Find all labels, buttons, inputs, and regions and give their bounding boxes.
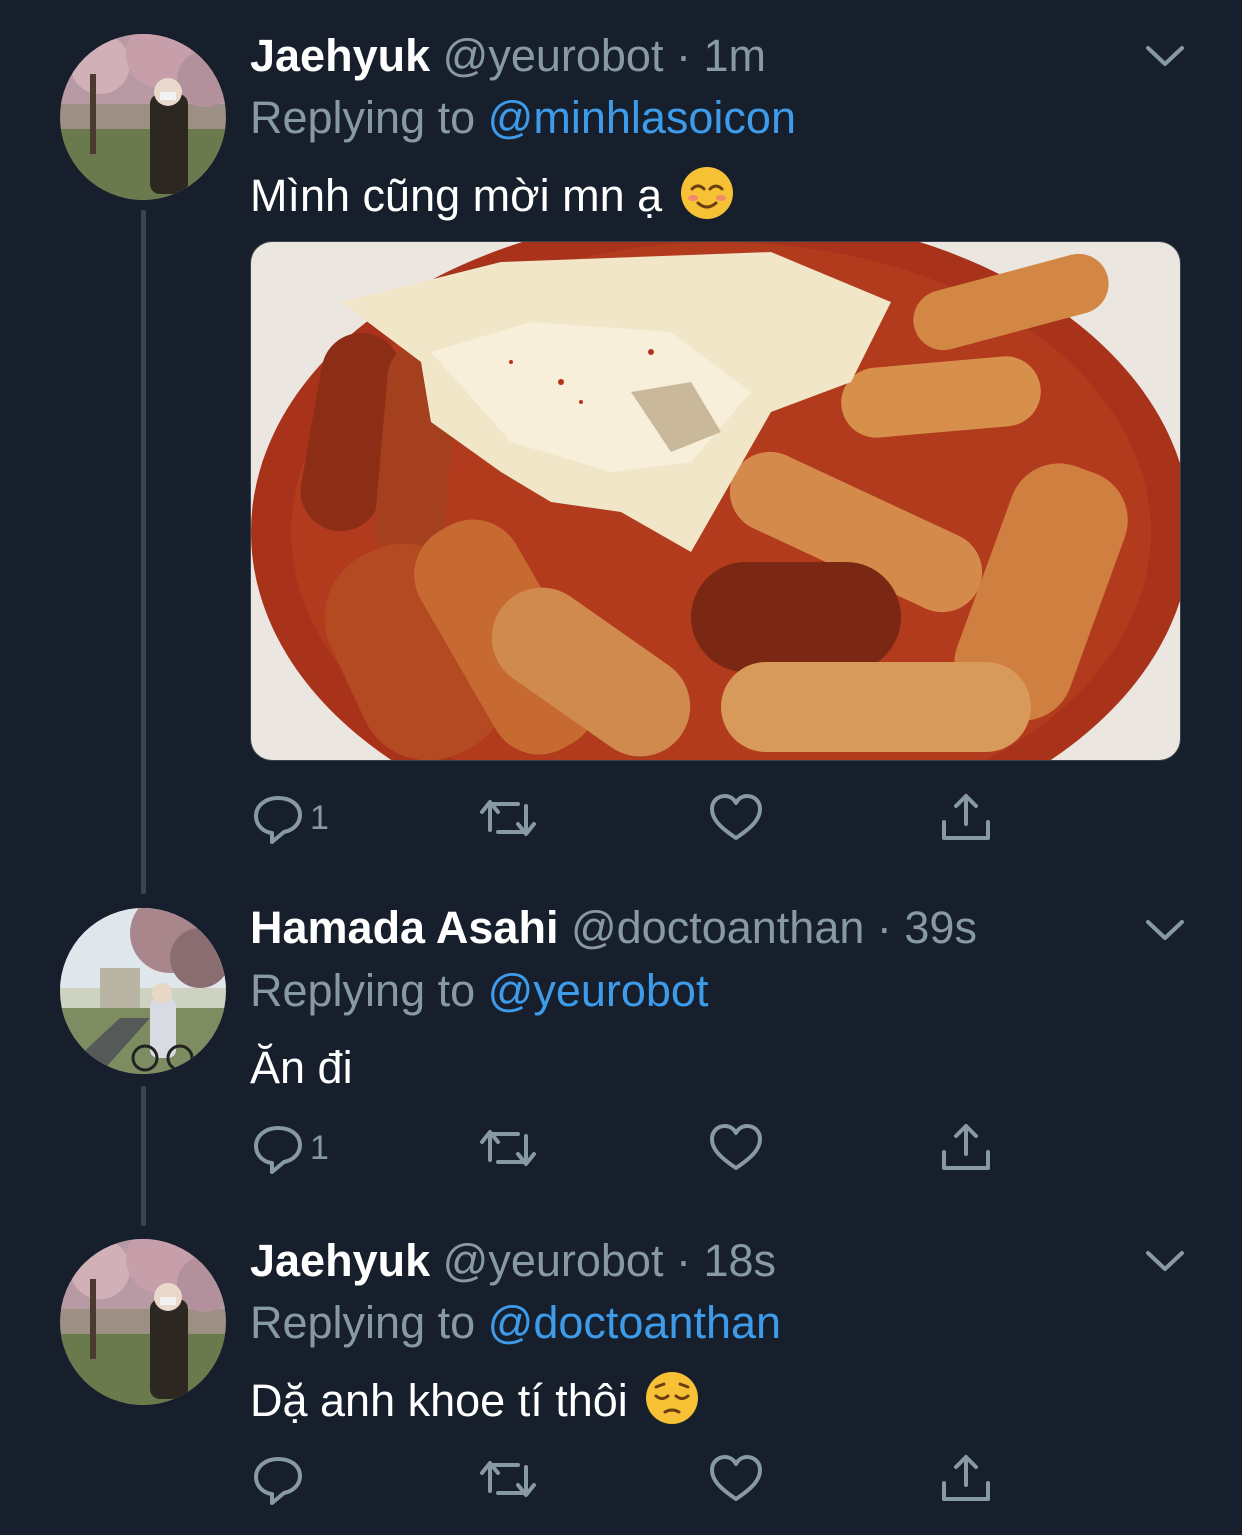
separator-dot: ·: [675, 30, 691, 81]
reply-button[interactable]: 1: [250, 1118, 329, 1178]
retweet-button[interactable]: [478, 1449, 538, 1509]
share-button[interactable]: [938, 788, 994, 848]
tweet-actions: [250, 1449, 1010, 1509]
share-icon: [942, 794, 990, 840]
reply-icon: [254, 796, 302, 844]
retweet-icon: [480, 1461, 536, 1497]
thread-line: [141, 210, 146, 894]
replying-handle-link[interactable]: @yeurobot: [488, 965, 709, 1016]
like-button[interactable]: [708, 1449, 764, 1509]
display-name[interactable]: Jaehyuk: [250, 30, 430, 81]
handle[interactable]: @doctoanthan: [571, 902, 864, 953]
replying-handle-link[interactable]: @doctoanthan: [488, 1297, 781, 1348]
timestamp[interactable]: 39s: [904, 902, 977, 953]
replying-prefix: Replying to: [250, 965, 476, 1016]
tweet-actions: 1: [250, 788, 1010, 848]
replying-to: Replying to @minhlasoicon: [250, 90, 796, 146]
replying-prefix: Replying to: [250, 1297, 476, 1348]
retweet-icon: [480, 1130, 536, 1166]
like-button[interactable]: [708, 788, 764, 848]
tweet-text: Mình cũng mời mn ạ: [250, 165, 735, 224]
thread-line: [141, 1086, 146, 1226]
separator-dot: ·: [876, 902, 892, 953]
display-name[interactable]: Hamada Asahi: [250, 902, 558, 953]
reply-button[interactable]: 1: [250, 788, 329, 848]
avatar[interactable]: [60, 908, 226, 1074]
share-icon: [942, 1455, 990, 1501]
reply-icon: [254, 1457, 302, 1505]
replying-to: Replying to @doctoanthan: [250, 1295, 781, 1351]
retweet-icon: [480, 800, 536, 836]
avatar[interactable]: [60, 1239, 226, 1405]
timestamp[interactable]: 1m: [703, 30, 766, 81]
tweet-2[interactable]: Hamada Asahi @doctoanthan · 39s Replying…: [0, 890, 1242, 1226]
avatar[interactable]: [60, 34, 226, 200]
reply-count: 1: [310, 1128, 329, 1167]
heart-icon: [710, 794, 762, 840]
heart-icon: [710, 1124, 762, 1170]
tweet-media-photo[interactable]: [250, 241, 1181, 761]
separator-dot: ·: [675, 1235, 691, 1286]
replying-to: Replying to @yeurobot: [250, 963, 708, 1019]
retweet-button[interactable]: [478, 1118, 538, 1178]
reply-button[interactable]: [250, 1449, 310, 1509]
timestamp[interactable]: 18s: [703, 1235, 776, 1286]
heart-icon: [710, 1455, 762, 1501]
tweet-1[interactable]: Jaehyuk @yeurobot · 1m Replying to @minh…: [0, 0, 1242, 894]
chevron-down-icon[interactable]: [1140, 40, 1190, 70]
reply-count: 1: [310, 798, 329, 837]
pensive-face-icon: [646, 1372, 699, 1424]
retweet-button[interactable]: [478, 788, 538, 848]
tweet-text-content: Dặ anh khoe tí thôi: [250, 1375, 628, 1426]
like-button[interactable]: [708, 1118, 764, 1178]
share-button[interactable]: [938, 1118, 994, 1178]
smiling-face-icon: [680, 167, 733, 219]
tweet-actions: 1: [250, 1118, 1010, 1178]
replying-prefix: Replying to: [250, 92, 476, 143]
tweet-header: Jaehyuk @yeurobot · 1m: [250, 28, 766, 84]
chevron-down-icon[interactable]: [1140, 914, 1190, 944]
tweet-text: Ăn đi: [250, 1040, 353, 1096]
replying-handle-link[interactable]: @minhlasoicon: [488, 92, 796, 143]
tweet-header: Jaehyuk @yeurobot · 18s: [250, 1233, 776, 1289]
share-button[interactable]: [938, 1449, 994, 1509]
tweet-3[interactable]: Jaehyuk @yeurobot · 18s Replying to @doc…: [0, 1225, 1242, 1535]
display-name[interactable]: Jaehyuk: [250, 1235, 430, 1286]
share-icon: [942, 1124, 990, 1170]
tweet-text: Dặ anh khoe tí thôi: [250, 1370, 700, 1429]
handle[interactable]: @yeurobot: [443, 1235, 664, 1286]
tweet-header: Hamada Asahi @doctoanthan · 39s: [250, 900, 977, 956]
chevron-down-icon[interactable]: [1140, 1245, 1190, 1275]
reply-icon: [254, 1126, 302, 1174]
tweet-text-content: Mình cũng mời mn ạ: [250, 170, 663, 221]
tweet-text-content: Ăn đi: [250, 1042, 353, 1093]
handle[interactable]: @yeurobot: [443, 30, 664, 81]
